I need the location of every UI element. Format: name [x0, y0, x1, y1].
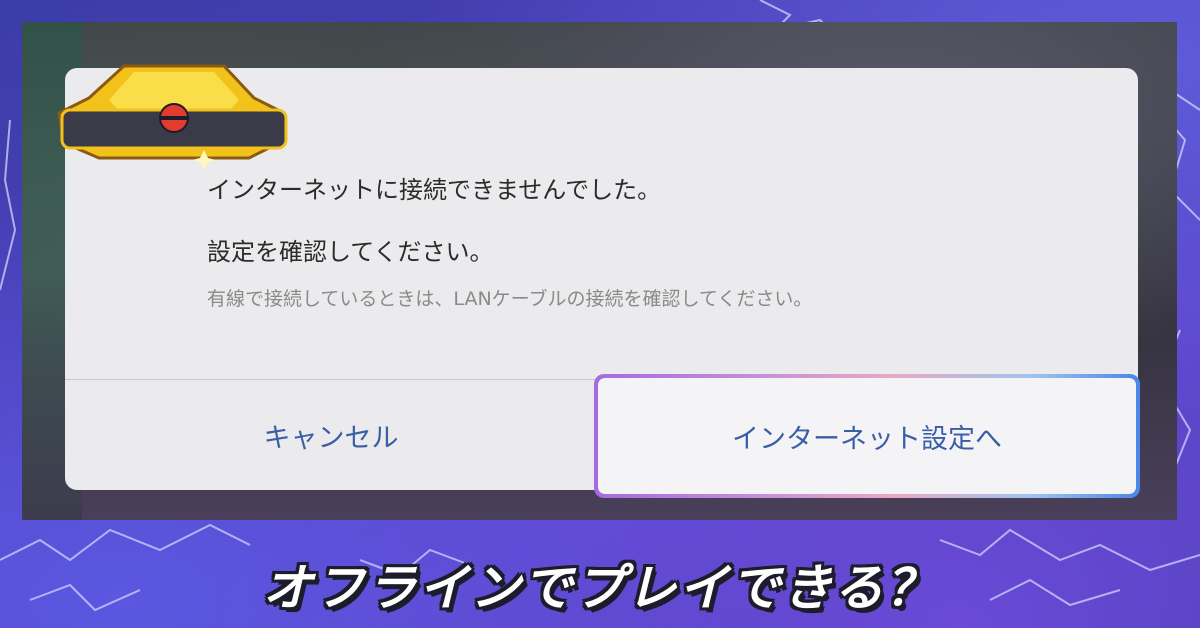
caption-text: オフラインでプレイできる？	[262, 559, 938, 617]
cancel-button[interactable]: キャンセル	[65, 380, 597, 490]
internet-settings-button[interactable]: インターネット設定へ	[598, 378, 1136, 494]
selection-highlight: インターネット設定へ	[594, 374, 1140, 498]
dialog-note: 有線で接続しているときは、LANケーブルの接続を確認してください。	[207, 288, 813, 310]
pokemon-champions-logo	[57, 64, 288, 170]
dialog-subtitle: 設定を確認してください。	[207, 238, 494, 266]
